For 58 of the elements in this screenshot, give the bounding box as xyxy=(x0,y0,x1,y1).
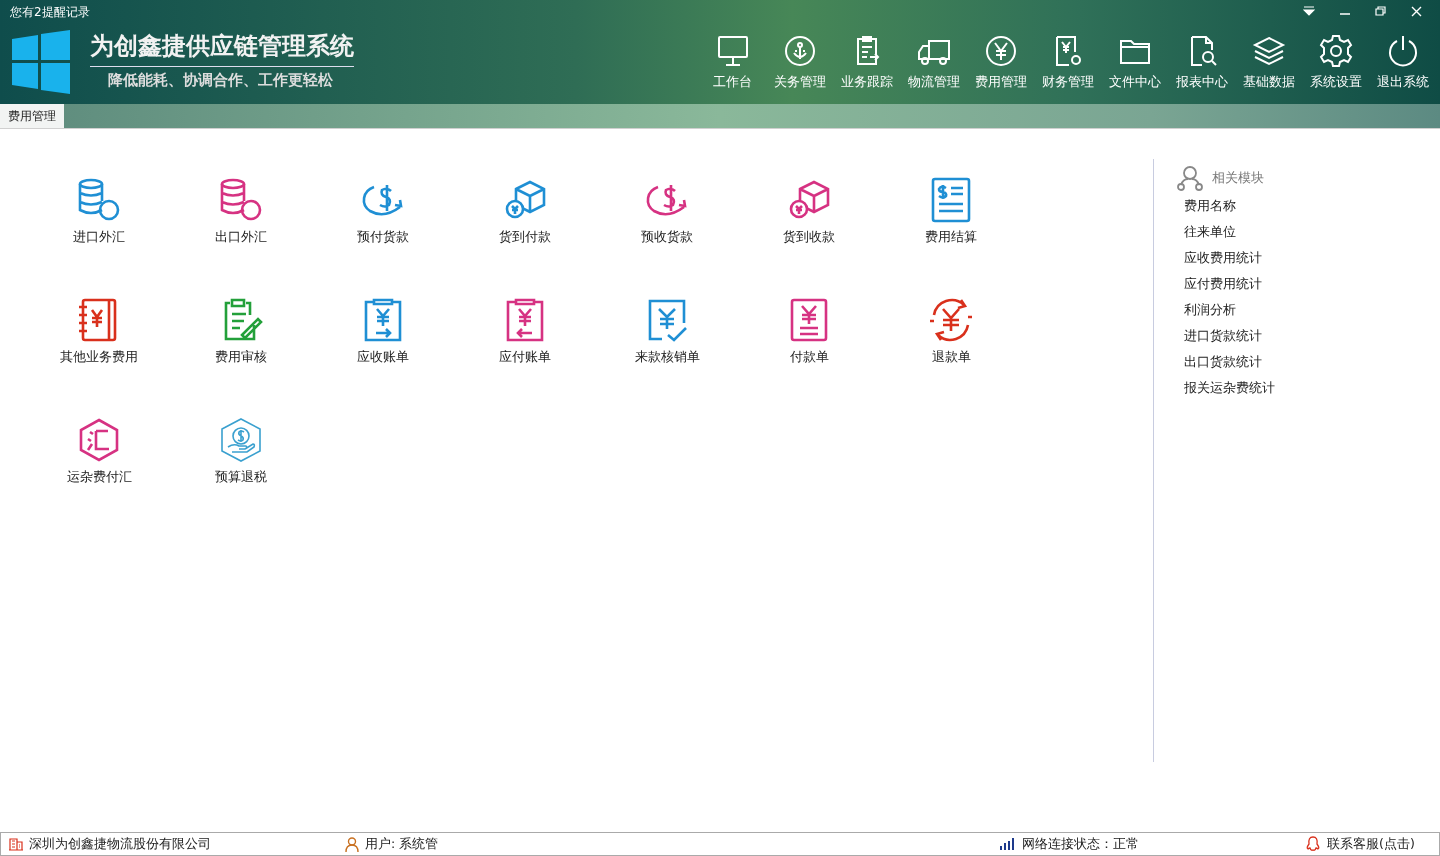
dropdown-icon[interactable] xyxy=(1303,6,1315,16)
module-item[interactable]: 费用审核 xyxy=(170,297,312,417)
close-icon[interactable] xyxy=(1411,5,1422,17)
related-module-link[interactable]: 应付费用统计 xyxy=(1184,271,1440,297)
nav-item[interactable]: 费用管理 xyxy=(967,34,1034,91)
building-icon xyxy=(9,837,23,851)
nav-item[interactable]: 文件中心 xyxy=(1101,34,1168,91)
settings-icon xyxy=(1318,34,1353,68)
signal-icon xyxy=(1000,838,1016,850)
module-item[interactable]: 费用结算 xyxy=(880,177,1022,297)
yen-icon xyxy=(983,34,1018,68)
related-module-link[interactable]: 利润分析 xyxy=(1184,297,1440,323)
module-item[interactable]: 预收货款 xyxy=(596,177,738,297)
people-network-icon xyxy=(1176,165,1204,191)
nav-item[interactable]: 基础数据 xyxy=(1235,34,1302,91)
current-user: 用户: 系统管 xyxy=(365,835,439,853)
company-name: 深圳为创鑫捷物流股份有限公司 xyxy=(29,835,211,853)
nav-item[interactable]: 报表中心 xyxy=(1168,34,1235,91)
layers-icon xyxy=(1251,34,1286,68)
module-item[interactable]: 货到付款 xyxy=(454,177,596,297)
restore-icon[interactable] xyxy=(1375,6,1386,16)
related-module-link[interactable]: 费用名称 xyxy=(1184,193,1440,219)
module-item[interactable]: 应付账单 xyxy=(454,297,596,417)
module-item[interactable]: 货到收款 xyxy=(738,177,880,297)
module-item[interactable]: 来款核销单 xyxy=(596,297,738,417)
module-item[interactable]: 付款单 xyxy=(738,297,880,417)
app-title: 为创鑫捷供应链管理系统 xyxy=(90,30,354,67)
nav-item[interactable]: 关务管理 xyxy=(766,34,833,91)
related-module-link[interactable]: 进口货款统计 xyxy=(1184,323,1440,349)
network-status: 网络连接状态：正常 xyxy=(1022,835,1139,853)
module-item[interactable]: 应收账单 xyxy=(312,297,454,417)
windows-logo-icon xyxy=(12,30,70,94)
nav-item[interactable]: 工作台 xyxy=(699,34,766,91)
related-module-link[interactable]: 往来单位 xyxy=(1184,219,1440,245)
module-item[interactable]: 出口外汇 xyxy=(170,177,312,297)
module-item[interactable]: 运杂费付汇 xyxy=(28,417,170,537)
related-module-link[interactable]: 应收费用统计 xyxy=(1184,245,1440,271)
module-item[interactable]: 预算退税 xyxy=(170,417,312,537)
nav-item[interactable]: 业务跟踪 xyxy=(833,34,900,91)
reminder-notice[interactable]: 您有2提醒记录 xyxy=(10,0,354,24)
tab[interactable]: 费用管理 xyxy=(0,104,64,128)
monitor-icon xyxy=(715,34,750,68)
nav-item[interactable]: 财务管理 xyxy=(1034,34,1101,91)
anchor-icon xyxy=(782,34,817,68)
related-module-link[interactable]: 报关运杂费统计 xyxy=(1184,375,1440,401)
app-slogan: 降低能耗、协调合作、工作更轻松 xyxy=(107,70,334,90)
contact-support-link[interactable]: 联系客服(点击) xyxy=(1305,835,1415,853)
nav-item[interactable]: 物流管理 xyxy=(900,34,967,91)
module-item[interactable]: 退款单 xyxy=(880,297,1022,417)
user-icon xyxy=(345,836,359,852)
related-modules-title: 相关模块 xyxy=(1212,169,1264,187)
chat-penguin-icon xyxy=(1305,836,1321,852)
module-item[interactable]: 预付货款 xyxy=(312,177,454,297)
related-module-link[interactable]: 出口货款统计 xyxy=(1184,349,1440,375)
nav-item[interactable]: 系统设置 xyxy=(1302,34,1369,91)
nav-item[interactable]: 退出系统 xyxy=(1369,34,1436,91)
module-item[interactable]: 其他业务费用 xyxy=(28,297,170,417)
module-item[interactable]: 进口外汇 xyxy=(28,177,170,297)
